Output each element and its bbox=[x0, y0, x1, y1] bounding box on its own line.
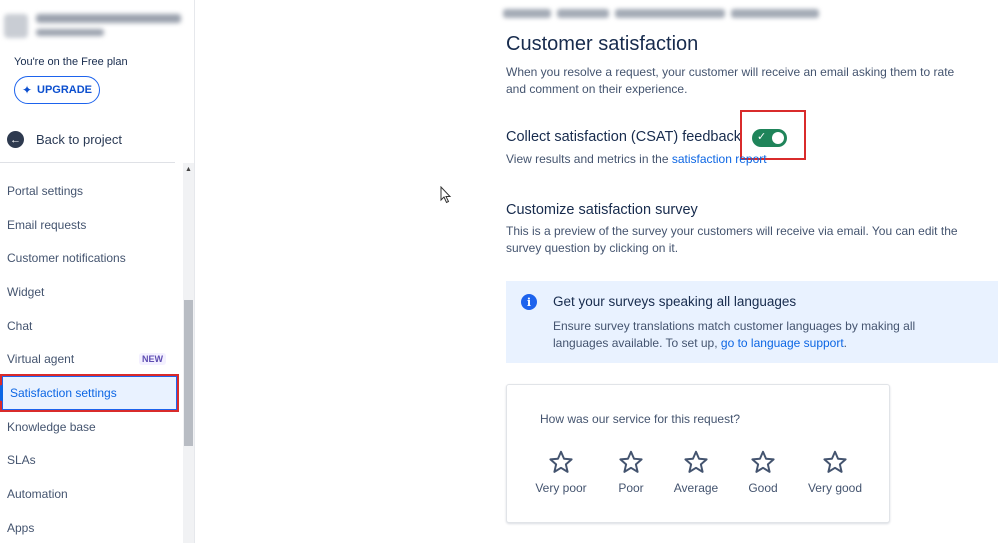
rating-label: Very poor bbox=[535, 481, 587, 495]
page-description: When you resolve a request, your custome… bbox=[506, 65, 955, 96]
scroll-up-arrow-icon[interactable]: ▲ bbox=[183, 163, 194, 175]
survey-preview-card: How was our service for this request? Ve… bbox=[506, 384, 890, 523]
new-badge: NEW bbox=[139, 353, 166, 366]
scrollbar-thumb[interactable] bbox=[184, 300, 193, 446]
page-title: Customer satisfaction bbox=[506, 33, 699, 55]
survey-question[interactable]: How was our service for this request? bbox=[540, 412, 740, 426]
toggle-knob bbox=[772, 132, 784, 144]
sidebar: You're on the Free plan ✦ UPGRADE ← Back… bbox=[0, 0, 195, 543]
survey-section-title: Customize satisfaction survey bbox=[506, 202, 698, 218]
sidebar-item-virtual-agent[interactable]: Virtual agent NEW bbox=[0, 342, 178, 376]
rating-label: Good bbox=[748, 481, 778, 495]
csat-toggle[interactable]: ✓ bbox=[752, 129, 787, 147]
mouse-pointer-icon bbox=[440, 186, 452, 204]
satisfaction-report-link[interactable]: satisfaction report bbox=[672, 152, 767, 166]
project-header[interactable] bbox=[4, 12, 181, 38]
rating-good[interactable]: Good bbox=[723, 449, 803, 495]
upgrade-button[interactable]: ✦ UPGRADE bbox=[14, 76, 100, 104]
survey-description: This is a preview of the survey your cus… bbox=[506, 224, 958, 255]
arrow-left-icon: ← bbox=[7, 131, 24, 148]
rating-label: Poor bbox=[618, 481, 644, 495]
csat-section-title: Collect satisfaction (CSAT) feedback bbox=[506, 129, 742, 145]
csat-subtext: View results and metrics in the satisfac… bbox=[506, 152, 767, 166]
sidebar-item-customer-notifications[interactable]: Customer notifications bbox=[0, 241, 178, 275]
check-icon: ✓ bbox=[757, 131, 767, 143]
plan-text: You're on the Free plan bbox=[14, 56, 128, 68]
project-type-blurred bbox=[36, 29, 104, 36]
back-to-project-link[interactable]: ← Back to project bbox=[7, 131, 122, 148]
breadcrumb-item-blurred[interactable] bbox=[557, 9, 609, 18]
star-icon bbox=[549, 450, 573, 473]
sidebar-item-widget[interactable]: Widget bbox=[0, 275, 178, 309]
breadcrumb-item-blurred[interactable] bbox=[615, 9, 725, 18]
sidebar-item-portal-settings[interactable]: Portal settings bbox=[0, 174, 178, 208]
star-icon bbox=[823, 450, 847, 473]
info-icon: i bbox=[521, 294, 537, 310]
info-title: Get your surveys speaking all languages bbox=[553, 294, 797, 309]
sidebar-item-automation[interactable]: Automation bbox=[0, 477, 178, 511]
language-support-link[interactable]: go to language support bbox=[721, 336, 844, 350]
rating-label: Very good bbox=[807, 481, 863, 495]
info-description: Ensure survey translations match custome… bbox=[553, 319, 916, 350]
sidebar-item-apps[interactable]: Apps bbox=[0, 511, 178, 543]
rating-label: Average bbox=[673, 481, 719, 495]
sidebar-item-email-requests[interactable]: Email requests bbox=[0, 208, 178, 242]
upgrade-label: UPGRADE bbox=[37, 84, 93, 96]
rating-very-good[interactable]: Very good bbox=[795, 449, 875, 495]
breadcrumb-item-blurred[interactable] bbox=[503, 9, 551, 18]
rating-very-poor[interactable]: Very poor bbox=[521, 449, 601, 495]
back-label: Back to project bbox=[36, 132, 122, 147]
sparkle-icon: ✦ bbox=[21, 83, 33, 97]
sidebar-item-slas[interactable]: SLAs bbox=[0, 444, 178, 478]
sidebar-item-chat[interactable]: Chat bbox=[0, 309, 178, 343]
sidebar-scrollbar[interactable]: ▲ bbox=[183, 163, 194, 543]
info-panel: i Get your surveys speaking all language… bbox=[506, 281, 998, 363]
sidebar-divider bbox=[0, 162, 175, 163]
star-icon bbox=[751, 450, 775, 473]
breadcrumb bbox=[503, 9, 819, 18]
sidebar-item-knowledge-base[interactable]: Knowledge base bbox=[0, 410, 178, 444]
breadcrumb-item-blurred[interactable] bbox=[731, 9, 819, 18]
settings-nav: Portal settings Email requests Customer … bbox=[0, 174, 179, 543]
star-icon bbox=[684, 450, 708, 473]
sidebar-item-satisfaction-settings[interactable]: Satisfaction settings bbox=[0, 374, 179, 412]
star-icon bbox=[619, 450, 643, 473]
project-avatar bbox=[4, 14, 28, 38]
project-name-blurred bbox=[36, 14, 181, 23]
